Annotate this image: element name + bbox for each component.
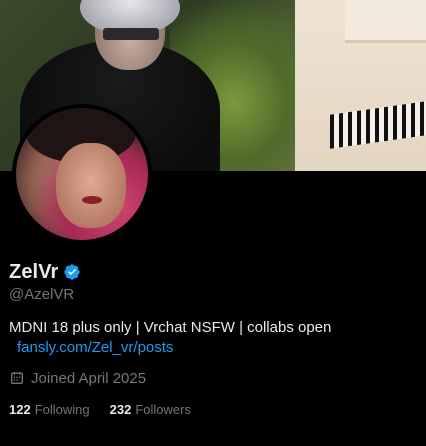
joined-text: Joined April 2025 bbox=[31, 369, 147, 387]
avatar-lips bbox=[82, 196, 102, 204]
profile-bio: MDNI 18 plus only | Vrchat NSFW | collab… bbox=[9, 319, 332, 336]
followers-count: 232 bbox=[109, 402, 132, 417]
calendar-icon bbox=[11, 372, 23, 384]
avatar-face bbox=[56, 143, 126, 228]
profile-link[interactable]: fansly.com/Zel_vr/posts bbox=[17, 339, 173, 356]
followers-link[interactable]: 232 Followers bbox=[110, 402, 191, 417]
following-count: 122 bbox=[9, 402, 31, 417]
display-name: ZelVr bbox=[9, 260, 59, 283]
following-link[interactable]: 122 Following bbox=[9, 402, 90, 417]
banner-piano-lid bbox=[345, 0, 426, 43]
verified-badge-icon[interactable] bbox=[63, 263, 81, 281]
followers-label: Followers bbox=[135, 402, 191, 417]
profile-handle: @AzelVR bbox=[9, 286, 75, 303]
joined-date: Joined April 2025 bbox=[9, 369, 146, 387]
following-label: Following bbox=[34, 402, 90, 417]
follow-stats: 122 Following 232 Followers bbox=[9, 402, 191, 417]
avatar[interactable] bbox=[16, 108, 148, 240]
banner-figure-glasses bbox=[103, 28, 159, 40]
name-row: ZelVr bbox=[9, 260, 81, 284]
